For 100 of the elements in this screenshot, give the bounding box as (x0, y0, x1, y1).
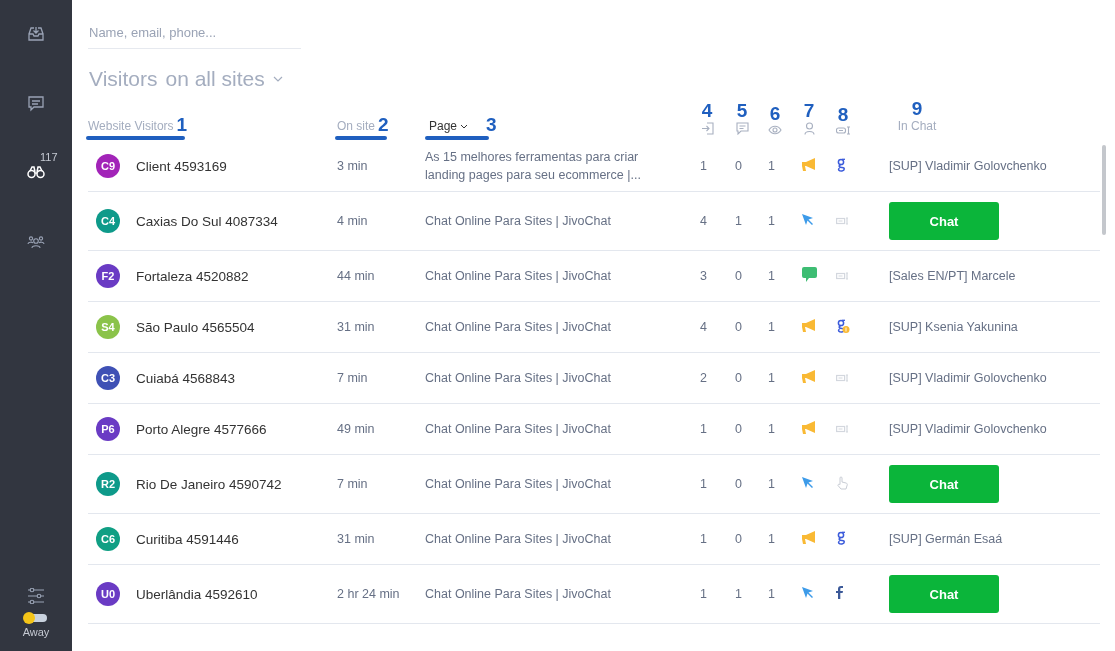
entries-count: 2 (700, 371, 708, 385)
google-icon (836, 157, 846, 172)
visitor-name[interactable]: Fortaleza 4520882 (136, 268, 337, 284)
time-on-site: 44 min (337, 269, 376, 283)
views-count: 1 (768, 422, 776, 436)
visitor-avatar: C9 (96, 154, 120, 178)
messages-count: 0 (735, 269, 743, 283)
messages-count: 0 (735, 159, 743, 173)
views-count: 1 (768, 477, 776, 491)
annotation-number: 7 (803, 101, 815, 121)
entries-count: 1 (700, 159, 708, 173)
visitor-avatar: C6 (96, 527, 120, 551)
cursor-icon (802, 476, 814, 489)
time-on-site: 31 min (337, 320, 376, 334)
time-on-site: 3 min (337, 159, 369, 173)
megaphone-icon (802, 158, 817, 171)
visitor-avatar: U0 (96, 582, 120, 606)
visitor-avatar: P6 (96, 417, 120, 441)
entries-count: 4 (700, 214, 708, 228)
megaphone-icon (802, 421, 817, 434)
annotation-number: 9 (911, 99, 923, 119)
status-toggle[interactable] (25, 614, 47, 622)
entries-count: 4 (700, 320, 708, 334)
visitor-avatar: R2 (96, 472, 120, 496)
page-title-cell-text: Chat Online Para Sites | JivoChat (425, 586, 612, 603)
megaphone-icon (802, 319, 817, 332)
annotation-number: 1 (176, 115, 188, 135)
page-title-cell-text: As 15 melhores ferramentas para criar landing pages para seu ecommerce |... (425, 149, 642, 184)
entries-count: 1 (700, 477, 708, 491)
widget-icon (836, 425, 849, 433)
time-on-site: 7 min (337, 371, 369, 385)
widget-icon (836, 374, 849, 382)
messages-count: 0 (735, 371, 743, 385)
chevron-down-icon (460, 123, 469, 129)
annotation-number: 5 (736, 101, 748, 121)
views-count: 1 (768, 269, 776, 283)
settings-sliders-icon[interactable] (27, 588, 45, 604)
visitor-avatar: F2 (96, 264, 120, 288)
agent-name: [SUP] Vladimir Golovchenko (889, 371, 1047, 385)
facebook-icon (836, 586, 843, 599)
entries-count: 3 (700, 269, 708, 283)
chevron-down-icon (272, 76, 283, 82)
sort-dropdown[interactable]: Page (425, 119, 469, 135)
hand-pointer-icon (836, 475, 848, 490)
visitor-name[interactable]: Client 4593169 (136, 158, 337, 174)
visitor-name[interactable]: Rio De Janeiro 4590742 (136, 476, 337, 492)
visitor-name[interactable]: Caxias Do Sul 4087334 (136, 213, 337, 229)
widget-icon (836, 272, 849, 280)
views-count: 1 (768, 371, 776, 385)
time-on-site: 49 min (337, 422, 376, 436)
views-count: 1 (768, 532, 776, 546)
visitor-name[interactable]: Cuiabá 4568843 (136, 370, 337, 386)
page-title-cell-text: Chat Online Para Sites | JivoChat (425, 370, 612, 387)
time-on-site: 2 hr 24 min (337, 587, 401, 601)
views-count: 1 (768, 159, 776, 173)
chat-bubble-icon (802, 267, 817, 282)
binoculars-icon[interactable] (27, 165, 45, 179)
time-on-site: 4 min (337, 214, 369, 228)
page-title-cell-text: Chat Online Para Sites | JivoChat (425, 421, 612, 438)
annotation-underline (425, 136, 489, 140)
messages-count: 0 (735, 477, 743, 491)
cursor-icon (802, 213, 814, 226)
login-icon (700, 122, 714, 135)
chat-icon[interactable] (27, 95, 45, 113)
visitor-name[interactable]: Porto Alegre 4577666 (136, 421, 337, 437)
scrollbar[interactable] (1102, 145, 1106, 235)
visitor-name[interactable]: São Paulo 4565504 (136, 319, 337, 335)
cursor-icon (802, 586, 814, 599)
annotation-number: 8 (837, 105, 849, 125)
google-ads-icon (836, 318, 850, 333)
page-title-cell-text: Chat Online Para Sites | JivoChat (425, 531, 612, 548)
agent-name: [SUP] Vladimir Golovchenko (889, 159, 1047, 173)
visitor-name[interactable]: Curitiba 4591446 (136, 531, 337, 547)
views-count: 1 (768, 214, 776, 228)
widget-icon (835, 126, 851, 135)
team-icon[interactable] (27, 235, 45, 249)
eye-icon (768, 125, 782, 135)
visitor-name[interactable]: Uberlândia 4592610 (136, 586, 337, 602)
status-label: Away (22, 626, 50, 638)
page-title-cell-text: Chat Online Para Sites | JivoChat (425, 476, 612, 493)
annotation-number: 3 (486, 115, 497, 135)
visitor-avatar: C4 (96, 209, 120, 233)
visitor-avatar: S4 (96, 315, 120, 339)
megaphone-icon (802, 370, 817, 383)
agent-name: [SUP] Germán Esaá (889, 532, 1003, 546)
annotation-number: 6 (769, 104, 781, 124)
messages-count: 1 (735, 587, 743, 601)
views-count: 1 (768, 587, 776, 601)
page-title-cell-text: Chat Online Para Sites | JivoChat (425, 268, 612, 285)
person-icon (803, 122, 815, 135)
time-on-site: 31 min (337, 532, 376, 546)
inbox-icon[interactable] (27, 25, 45, 43)
messages-count: 0 (735, 320, 743, 334)
messages-count: 0 (735, 422, 743, 436)
annotation-number: 2 (378, 115, 389, 135)
time-on-site: 7 min (337, 477, 369, 491)
annotation-number: 4 (701, 101, 713, 121)
agent-name: [SUP] Ksenia Yakunina (889, 320, 1018, 334)
megaphone-icon (802, 531, 817, 544)
entries-count: 1 (700, 532, 708, 546)
